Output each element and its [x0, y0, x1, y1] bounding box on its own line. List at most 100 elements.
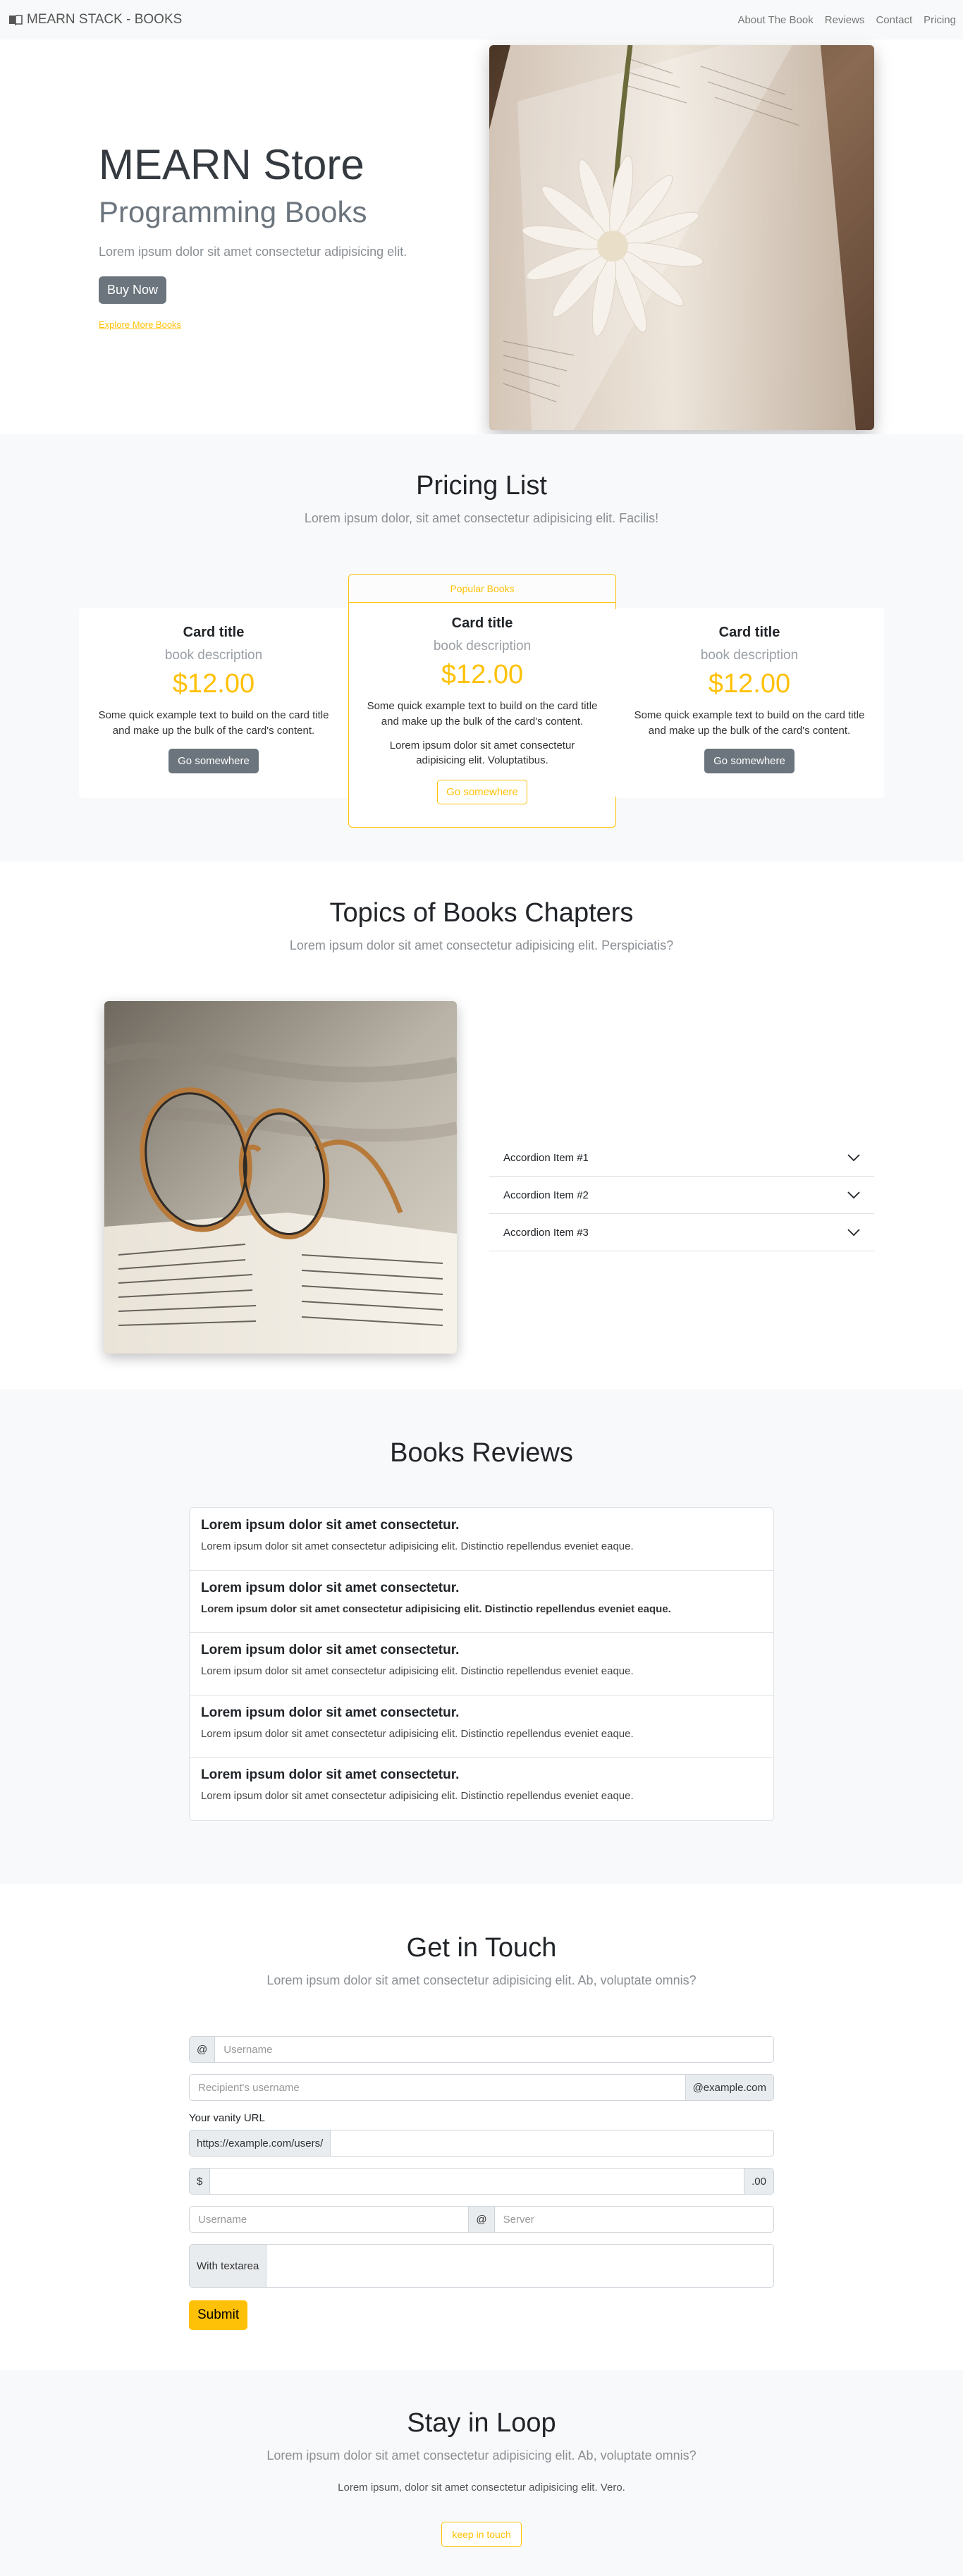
- nav-link-reviews[interactable]: Reviews: [825, 14, 865, 26]
- review-text: Lorem ipsum dolor sit amet consectetur a…: [201, 1790, 634, 1803]
- accordion: Accordion Item #1 Accordion Item #2 Acco…: [489, 1139, 874, 1251]
- nav-links: About The Book Reviews Contact Pricing: [737, 14, 956, 26]
- card-header: Popular Books: [349, 575, 615, 603]
- loop-section: Stay in Loop Lorem ipsum dolor sit amet …: [0, 2370, 963, 2576]
- nav-link-contact[interactable]: Contact: [876, 14, 912, 26]
- contact-section: Get in Touch Lorem ipsum dolor sit amet …: [0, 1884, 963, 2370]
- card-price: $12.00: [441, 660, 524, 689]
- username-group: @ Username: [189, 2036, 774, 2063]
- submit-button[interactable]: Submit: [189, 2300, 248, 2330]
- review-title: Lorem ipsum dolor sit amet consectetur.: [201, 1580, 460, 1595]
- loop-title: Stay in Loop: [407, 2408, 556, 2438]
- go-somewhere-button[interactable]: Go somewhere: [704, 748, 795, 773]
- hero-book-daisy-image: [489, 45, 874, 430]
- keep-in-touch-button[interactable]: keep in touch: [441, 2522, 522, 2547]
- review-title: Lorem ipsum dolor sit amet consectetur.: [201, 1643, 460, 1658]
- server-input[interactable]: Server: [495, 2207, 773, 2232]
- accordion-item-2[interactable]: Accordion Item #2: [489, 1177, 874, 1214]
- chevron-down-icon: [847, 1191, 860, 1198]
- card-description: book description: [164, 648, 263, 663]
- amount-input[interactable]: [210, 2169, 744, 2194]
- username-input[interactable]: Username: [215, 2037, 773, 2062]
- vanity-url-label: Your vanity URL: [189, 2112, 265, 2124]
- pricing-lead: Lorem ipsum dolor, sit amet consectetur …: [304, 511, 659, 525]
- card-text: Some quick example text to build on the …: [367, 700, 598, 728]
- review-text: Lorem ipsum dolor sit amet consectetur a…: [201, 1602, 671, 1615]
- list-item[interactable]: Lorem ipsum dolor sit amet consectetur. …: [190, 1633, 773, 1695]
- hero-section: MEARN Store Programming Books Lorem ipsu…: [0, 39, 963, 434]
- list-item[interactable]: Lorem ipsum dolor sit amet consectetur. …: [190, 1571, 773, 1633]
- topics-section: Topics of Books Chapters Lorem ipsum dol…: [0, 861, 963, 1389]
- url-prefix-addon: https://example.com/users/: [190, 2130, 331, 2156]
- accordion-label: Accordion Item #3: [503, 1226, 589, 1239]
- username-server-group: Username @ Server: [189, 2206, 774, 2233]
- recipient-group: Recipient's username @example.com: [189, 2074, 774, 2101]
- reviews-section: Books Reviews Lorem ipsum dolor sit amet…: [0, 1389, 963, 1884]
- card-description: book description: [433, 639, 532, 654]
- username2-input[interactable]: Username: [190, 2207, 468, 2232]
- card-text-extra: Lorem ipsum dolor sit amet consectetur a…: [389, 739, 575, 767]
- contact-title: Get in Touch: [406, 1933, 557, 1963]
- nav-link-pricing[interactable]: Pricing: [924, 14, 956, 26]
- dollar-addon: $: [190, 2169, 211, 2194]
- list-item[interactable]: Lorem ipsum dolor sit amet consectetur. …: [190, 1508, 773, 1571]
- hero-subtitle: Programming Books: [99, 195, 367, 228]
- amount-group: $ .00: [189, 2168, 774, 2195]
- topics-lead: Lorem ipsum dolor sit amet consectetur a…: [289, 938, 674, 952]
- buy-now-button[interactable]: Buy Now: [99, 276, 167, 304]
- pricing-card-3: Card title book description $12.00 Some …: [615, 608, 884, 798]
- book-icon: [9, 15, 23, 25]
- loop-lead: Lorem ipsum dolor sit amet consectetur a…: [266, 2448, 697, 2462]
- review-title: Lorem ipsum dolor sit amet consectetur.: [201, 1518, 460, 1533]
- card-text: Some quick example text to build on the …: [98, 709, 329, 737]
- brand[interactable]: MEARN STACK - BOOKS: [8, 12, 182, 27]
- topics-title: Topics of Books Chapters: [329, 898, 634, 928]
- card-title: Card title: [718, 625, 780, 640]
- chevron-down-icon: [847, 1154, 860, 1161]
- hero-title: MEARN Store: [99, 141, 364, 188]
- hero-text: MEARN Store Programming Books Lorem ipsu…: [99, 142, 437, 330]
- brand-label: MEARN STACK - BOOKS: [27, 12, 183, 27]
- go-somewhere-button[interactable]: Go somewhere: [168, 748, 259, 773]
- review-title: Lorem ipsum dolor sit amet consectetur.: [201, 1705, 460, 1720]
- textarea-addon: With textarea: [190, 2245, 267, 2287]
- pricing-section: Pricing List Lorem ipsum dolor, sit amet…: [0, 434, 963, 861]
- glasses-on-book-image: [104, 1001, 457, 1354]
- review-title: Lorem ipsum dolor sit amet consectetur.: [201, 1767, 460, 1783]
- card-title: Card title: [183, 625, 245, 640]
- reviews-list: Lorem ipsum dolor sit amet consectetur. …: [189, 1507, 774, 1821]
- cents-addon: .00: [744, 2169, 773, 2194]
- domain-addon: @example.com: [685, 2075, 773, 2100]
- at-addon-2: @: [468, 2207, 495, 2232]
- accordion-label: Accordion Item #1: [503, 1151, 589, 1164]
- at-addon: @: [190, 2037, 216, 2062]
- list-item[interactable]: Lorem ipsum dolor sit amet consectetur. …: [190, 1758, 773, 1820]
- list-item[interactable]: Lorem ipsum dolor sit amet consectetur. …: [190, 1695, 773, 1758]
- vanity-url-input[interactable]: [331, 2130, 773, 2156]
- reviews-title: Books Reviews: [390, 1438, 573, 1468]
- contact-lead: Lorem ipsum dolor sit amet consectetur a…: [266, 1973, 697, 1987]
- review-text: Lorem ipsum dolor sit amet consectetur a…: [201, 1665, 634, 1678]
- review-text: Lorem ipsum dolor sit amet consectetur a…: [201, 1727, 634, 1740]
- go-somewhere-button[interactable]: Go somewhere: [437, 780, 527, 804]
- message-textarea[interactable]: [266, 2245, 773, 2287]
- recipient-input[interactable]: Recipient's username: [190, 2075, 685, 2100]
- card-price: $12.00: [708, 669, 791, 699]
- review-text: Lorem ipsum dolor sit amet consectetur a…: [201, 1540, 634, 1552]
- pricing-title: Pricing List: [416, 471, 547, 501]
- nav-link-about[interactable]: About The Book: [737, 14, 813, 26]
- vanity-url-group: https://example.com/users/: [189, 2130, 774, 2157]
- card-price: $12.00: [172, 669, 255, 699]
- accordion-label: Accordion Item #2: [503, 1189, 589, 1201]
- hero-lead: Lorem ipsum dolor sit amet consectetur a…: [99, 245, 407, 259]
- accordion-item-1[interactable]: Accordion Item #1: [489, 1139, 874, 1177]
- navbar: MEARN STACK - BOOKS About The Book Revie…: [0, 0, 963, 39]
- card-text: Some quick example text to build on the …: [634, 709, 865, 737]
- chevron-down-icon: [847, 1229, 860, 1236]
- card-description: book description: [700, 648, 799, 663]
- pricing-card-1: Card title book description $12.00 Some …: [79, 608, 348, 798]
- explore-books-link[interactable]: Explore More Books: [99, 319, 437, 330]
- textarea-group: With textarea: [189, 2244, 774, 2288]
- accordion-item-3[interactable]: Accordion Item #3: [489, 1214, 874, 1251]
- card-title: Card title: [451, 615, 513, 631]
